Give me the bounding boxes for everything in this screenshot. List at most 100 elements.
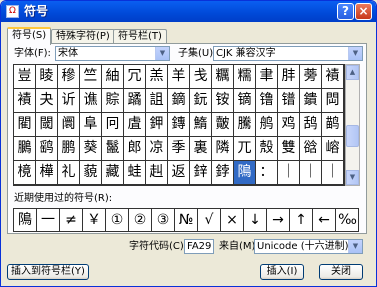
- symbol-cell[interactable]: 镨: [278, 89, 300, 113]
- scroll-down-icon[interactable]: ▼: [346, 170, 359, 185]
- recent-symbol-cell[interactable]: ③: [152, 209, 175, 231]
- symbol-cell[interactable]: 鋍: [212, 161, 234, 185]
- symbol-cell[interactable]: 穇: [58, 65, 80, 89]
- symbol-cell[interactable]: 藐: [80, 161, 102, 185]
- symbol-cell[interactable]: 鉀: [146, 113, 168, 137]
- charcode-input[interactable]: FA29: [184, 239, 214, 254]
- symbol-cell[interactable]: 鸡: [278, 113, 300, 137]
- insert-button[interactable]: 插入(I): [260, 264, 304, 280]
- symbol-cell[interactable]: 蹫: [124, 89, 146, 113]
- symbol-cell[interactable]: 皾: [212, 113, 234, 137]
- symbol-cell[interactable]: 隣: [212, 137, 234, 161]
- scroll-thumb[interactable]: [346, 125, 359, 147]
- symbol-cell[interactable]: 鈨: [190, 89, 212, 113]
- symbol-cell[interactable]: 嵱: [322, 137, 344, 161]
- chevron-down-icon[interactable]: ▼: [348, 240, 362, 253]
- symbol-cell[interactable]: 鏑: [168, 89, 190, 113]
- symbol-cell[interactable]: 竺: [80, 65, 102, 89]
- symbol-cell[interactable]: 戋: [190, 65, 212, 89]
- title-bar[interactable]: Ω 符号 ? ×: [1, 1, 376, 22]
- recent-symbol-cell[interactable]: 一: [37, 209, 60, 231]
- symbol-cell[interactable]: 羔: [146, 65, 168, 89]
- insert-to-symbol-bar-button[interactable]: 插入到符号栏(Y): [7, 264, 89, 280]
- symbol-cell[interactable]: 裏: [190, 137, 212, 161]
- symbol-cell[interactable]: 礼: [58, 161, 80, 185]
- symbol-cell[interactable]: 隝: [234, 161, 256, 185]
- recent-symbol-cell[interactable]: ￥: [83, 209, 106, 231]
- recent-symbol-cell[interactable]: →: [267, 209, 290, 231]
- recent-symbol-cell[interactable]: ×: [221, 209, 244, 231]
- symbol-cell[interactable]: 藏: [102, 161, 124, 185]
- symbol-cell[interactable]: 阛: [58, 113, 80, 137]
- tab-special-characters[interactable]: 特殊字符(P): [51, 29, 115, 43]
- symbol-cell[interactable]: 紬: [102, 65, 124, 89]
- symbol-cell[interactable]: 鹏: [58, 137, 80, 161]
- recent-symbol-cell[interactable]: ≠: [60, 209, 83, 231]
- symbol-cell[interactable]: 鹞: [36, 137, 58, 161]
- symbol-cell[interactable]: 雙: [278, 137, 300, 161]
- symbol-cell[interactable]: 騰: [234, 113, 256, 137]
- symbol-cell[interactable]: 铵: [212, 89, 234, 113]
- symbol-cell[interactable]: 谽: [300, 137, 322, 161]
- recent-symbol-cell[interactable]: √: [198, 209, 221, 231]
- symbol-cell[interactable]: 豈: [14, 65, 36, 89]
- symbol-cell[interactable]: 凉: [146, 137, 168, 161]
- grid-scrollbar[interactable]: ▲ ▼: [345, 64, 360, 186]
- symbol-cell[interactable]: 蛙: [124, 161, 146, 185]
- symbol-cell[interactable]: 䜣: [58, 89, 80, 113]
- symbol-cell[interactable]: 肨: [278, 65, 300, 89]
- recent-symbol-cell[interactable]: 隝: [14, 209, 37, 231]
- symbol-cell[interactable]: 鐀: [300, 89, 322, 113]
- symbol-cell[interactable]: 鋅: [190, 161, 212, 185]
- symbol-cell[interactable]: 镝: [234, 89, 256, 113]
- symbol-cell[interactable]: 阜: [80, 113, 102, 137]
- recent-symbol-cell[interactable]: ←: [313, 209, 336, 231]
- recent-symbol-cell[interactable]: ‰: [336, 209, 359, 231]
- symbol-cell[interactable]: 返: [168, 161, 190, 185]
- symbol-cell[interactable]: 鸹: [300, 113, 322, 137]
- symbol-cell[interactable]: 鹋: [322, 113, 344, 137]
- symbol-cell[interactable]: 閵: [14, 113, 36, 137]
- close-window-button[interactable]: ×: [355, 3, 372, 20]
- symbol-cell[interactable]: 羊: [168, 65, 190, 89]
- chevron-down-icon[interactable]: ▼: [348, 47, 362, 60]
- recent-symbol-cell[interactable]: ↓: [244, 209, 267, 231]
- symbol-cell[interactable]: 兀: [234, 137, 256, 161]
- font-select[interactable]: 宋体 ▼: [55, 46, 170, 61]
- symbol-cell[interactable]: 樈: [14, 161, 36, 185]
- symbol-cell[interactable]: 鬣: [102, 137, 124, 161]
- from-select[interactable]: Unicode (十六进制) ▼: [254, 239, 363, 254]
- symbol-cell[interactable]: 鵩: [14, 137, 36, 161]
- symbol-cell[interactable]: 镥: [256, 89, 278, 113]
- symbol-cell[interactable]: 郎: [124, 137, 146, 161]
- subset-select[interactable]: CJK 兼容汉字 ▼: [213, 46, 363, 61]
- symbol-cell[interactable]: 鰖: [190, 113, 212, 137]
- help-button[interactable]: ?: [337, 3, 354, 20]
- recent-symbol-cell[interactable]: №: [175, 209, 198, 231]
- symbol-cell[interactable]: 夬: [36, 89, 58, 113]
- symbol-cell[interactable]: 睖: [36, 65, 58, 89]
- symbol-cell[interactable]: 鏄: [168, 113, 190, 137]
- symbol-cell[interactable]: 冋: [102, 113, 124, 137]
- recent-symbol-cell[interactable]: ↑: [290, 209, 313, 231]
- symbol-cell[interactable]: 詛: [146, 89, 168, 113]
- symbol-cell[interactable]: 赳: [146, 161, 168, 185]
- recent-symbol-cell[interactable]: ①: [106, 209, 129, 231]
- scroll-up-icon[interactable]: ▲: [346, 65, 359, 80]
- symbol-cell[interactable]: 蒡: [300, 65, 322, 89]
- symbol-cell[interactable]: 冗: [124, 65, 146, 89]
- symbol-cell[interactable]: 鸼: [256, 113, 278, 137]
- symbol-cell[interactable]: 葵: [80, 137, 102, 161]
- symbol-cell[interactable]: 樺: [36, 161, 58, 185]
- tab-symbol-bar[interactable]: 符号栏(T): [113, 29, 167, 43]
- symbol-cell[interactable]: 賩: [102, 89, 124, 113]
- symbol-cell[interactable]: ｜: [300, 161, 322, 185]
- symbol-cell[interactable]: 聿: [256, 65, 278, 89]
- symbol-cell[interactable]: 殼: [256, 137, 278, 161]
- symbol-cell[interactable]: 襀: [14, 89, 36, 113]
- close-button[interactable]: 关闭: [319, 264, 363, 280]
- symbol-cell[interactable]: 閊: [322, 89, 344, 113]
- chevron-down-icon[interactable]: ▼: [155, 47, 169, 60]
- symbol-cell[interactable]: 糲: [212, 65, 234, 89]
- symbol-cell[interactable]: ｜: [278, 161, 300, 185]
